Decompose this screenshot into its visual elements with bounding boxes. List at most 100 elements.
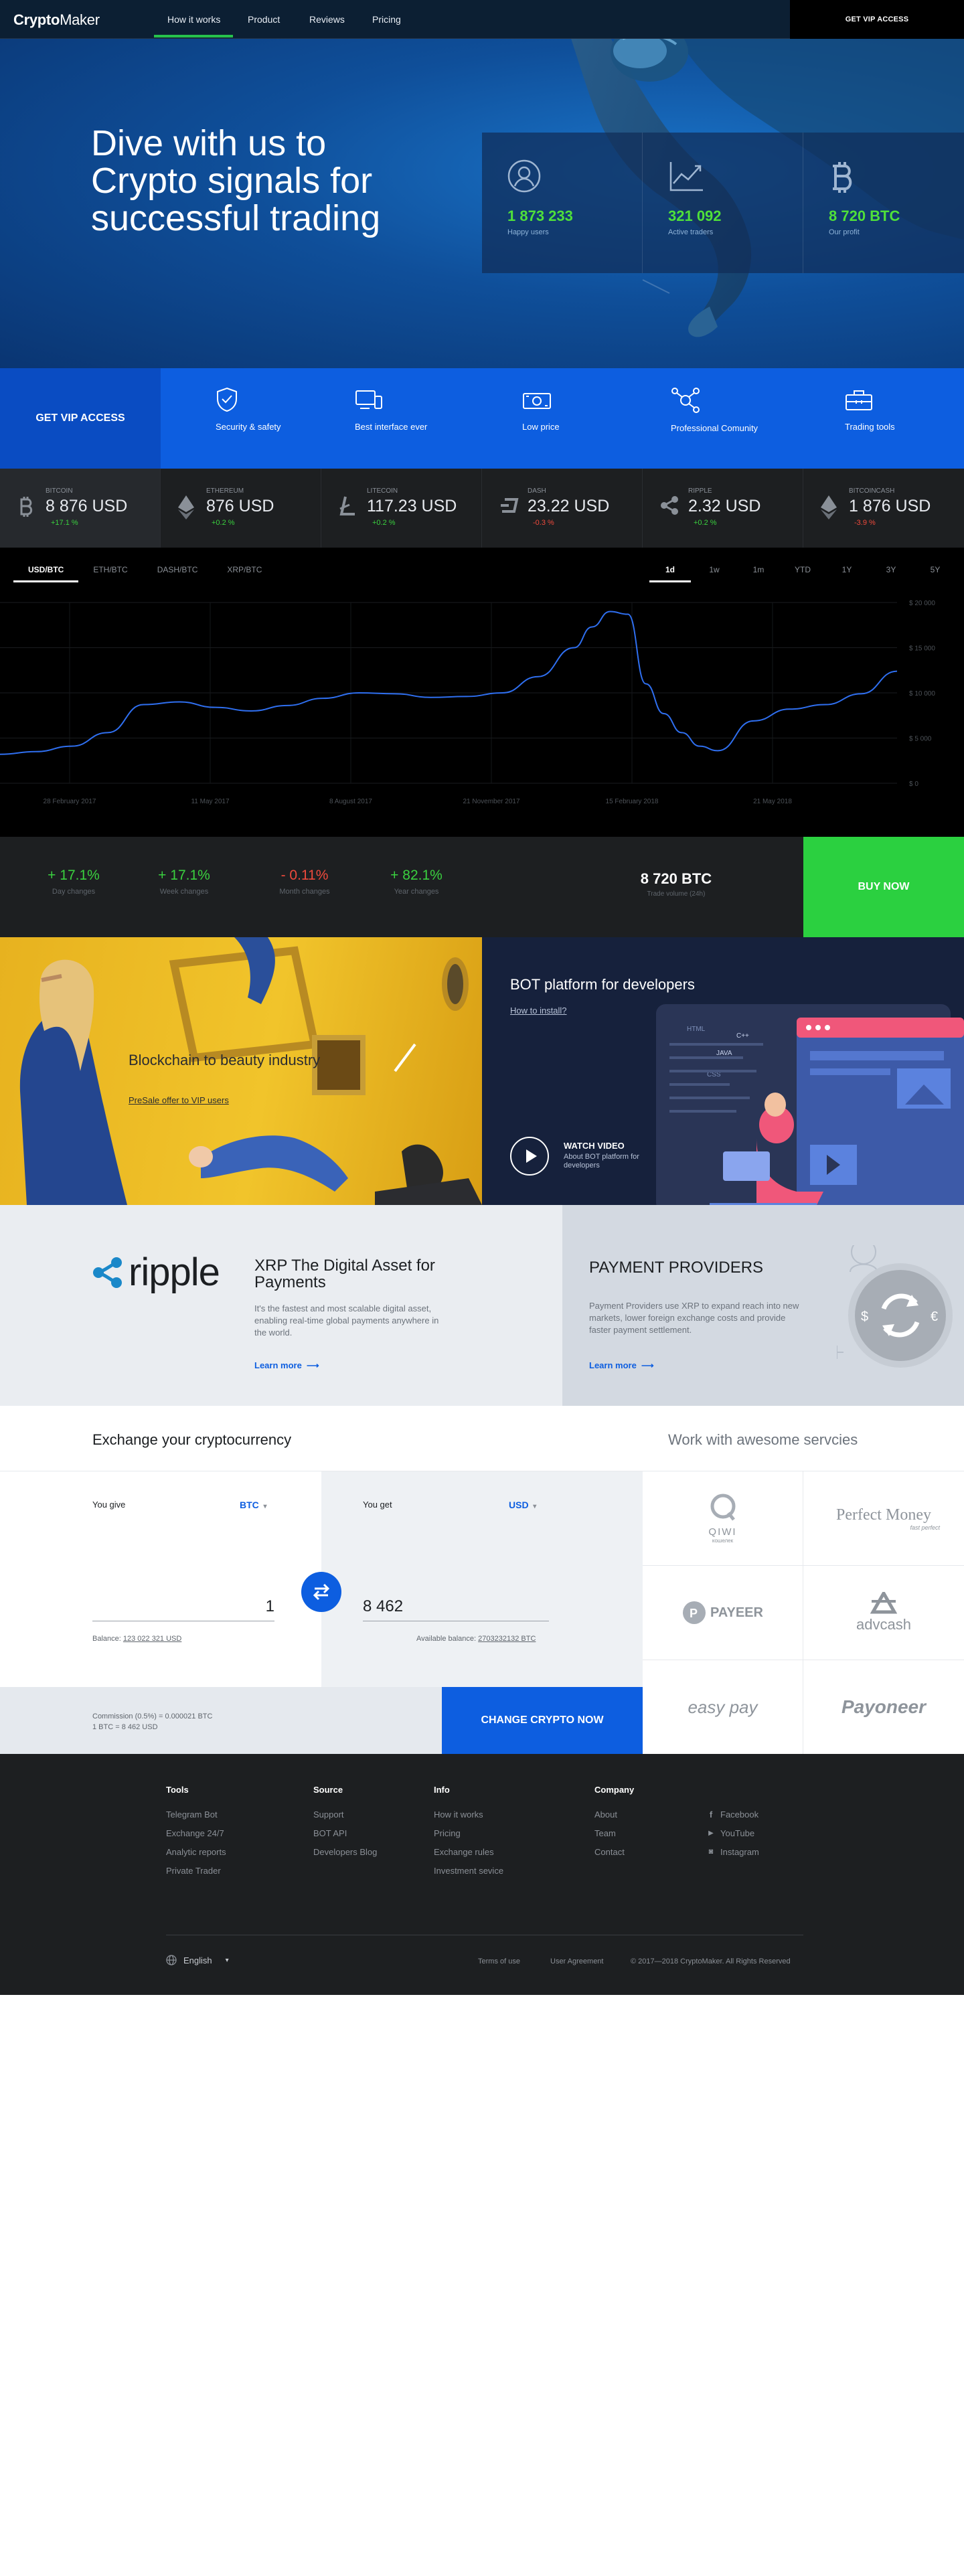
hero-section: Dive with us to Crypto signals for succe… <box>0 39 964 368</box>
give-panel: You give BTC ▾ 1 Balance: 123 022 321 US… <box>0 1471 321 1687</box>
footer-link[interactable]: About <box>594 1809 634 1820</box>
watch-video-subtitle: About BOT platform for developers <box>564 1153 639 1170</box>
give-currency-select[interactable]: BTC ▾ <box>240 1500 266 1510</box>
nav-link-pricing[interactable]: Pricing <box>372 14 401 25</box>
how-to-install-link[interactable]: How to install? <box>510 1005 567 1016</box>
footer-link[interactable]: Contact <box>594 1847 634 1857</box>
ticker-dash[interactable]: DASH 23.22 USD -0.3 % <box>482 469 643 548</box>
user-agreement-link[interactable]: User Agreement <box>550 1957 603 1965</box>
change-label: Month changes <box>279 888 330 896</box>
watch-video-title[interactable]: WATCH VIDEO <box>564 1141 625 1151</box>
footer-link[interactable]: Team <box>594 1828 634 1838</box>
give-amount-input[interactable]: 1 <box>92 1597 274 1621</box>
nav-link-product[interactable]: Product <box>248 14 280 25</box>
devices-icon <box>355 390 382 409</box>
ticker-name: DASH <box>528 487 546 495</box>
summary-day: + 17.1% Day changes <box>27 868 120 896</box>
get-amount-input[interactable]: 8 462 <box>363 1597 549 1621</box>
payment-providers-description: Payment Providers use XRP to expand reac… <box>589 1301 799 1335</box>
hero-title: Dive with us to Crypto signals for succe… <box>91 123 381 238</box>
ticker-change: +17.1 % <box>51 519 78 527</box>
tab-eth-btc[interactable]: ETH/BTC <box>78 560 142 582</box>
range-1w[interactable]: 1w <box>692 560 736 582</box>
get-currency-value: USD <box>509 1500 529 1510</box>
y-tick-label: $ 20 000 <box>909 600 935 607</box>
footer-column-title: Company <box>594 1785 635 1795</box>
partner-perfect-money[interactable]: Perfect Money fast perfect <box>803 1471 964 1566</box>
advcash-logo-icon <box>870 1592 897 1614</box>
social-youtube-link[interactable]: ▶ YouTube <box>707 1828 759 1838</box>
footer-link[interactable]: Private Trader <box>166 1866 226 1876</box>
ticker-bitcoin[interactable]: BITCOIN 8 876 USD +17.1 % <box>0 469 161 548</box>
qiwi-logo-icon <box>710 1494 735 1521</box>
partner-easypay[interactable]: easy pay <box>643 1660 803 1754</box>
footer-link[interactable]: Developers Blog <box>313 1847 377 1857</box>
bitcoin-icon <box>833 162 852 193</box>
code-tag-html: HTML <box>687 1026 706 1033</box>
range-1y[interactable]: 1Y <box>825 560 869 582</box>
social-instagram-link[interactable]: ◙ Instagram <box>707 1847 759 1857</box>
ticker-bitcoincash[interactable]: BITCOINCASH 1 876 USD -3.9 % <box>803 469 964 548</box>
nav-link-how-it-works[interactable]: How it works <box>167 14 220 25</box>
footer-link[interactable]: Support <box>313 1809 377 1820</box>
y-tick-label: $ 5 000 <box>909 736 932 743</box>
range-5y[interactable]: 5Y <box>913 560 957 582</box>
price-chart-section: USD/BTC ETH/BTC DASH/BTC XRP/BTC 1d 1w 1… <box>0 548 964 837</box>
play-video-button[interactable] <box>510 1137 549 1176</box>
available-value[interactable]: 2703232132 BTC <box>478 1635 536 1643</box>
play-icon <box>526 1149 537 1163</box>
footer-link[interactable]: Telegram Bot <box>166 1809 226 1820</box>
commission-panel: Commission (0.5%) = 0.000021 BTC 1 BTC =… <box>0 1687 442 1754</box>
footer-link[interactable]: Exchange rules <box>434 1847 503 1857</box>
partner-payoneer[interactable]: Payoneer <box>803 1660 964 1754</box>
swap-currencies-button[interactable] <box>301 1572 341 1612</box>
xrp-learn-more-link[interactable]: Learn more ⟶ <box>254 1360 319 1371</box>
partner-qiwi[interactable]: QIWI кошелек <box>643 1471 803 1566</box>
chevron-down-icon: ▾ <box>261 1503 267 1510</box>
range-1m[interactable]: 1m <box>736 560 781 582</box>
ticker-ethereum[interactable]: ETHEREUM 876 USD +0.2 % <box>161 469 321 548</box>
banknote-icon <box>523 393 551 409</box>
tab-xrp-btc[interactable]: XRP/BTC <box>212 560 276 582</box>
nav-link-reviews[interactable]: Reviews <box>309 14 345 25</box>
dash-coin-icon <box>501 498 519 513</box>
ticker-change: +0.2 % <box>212 519 235 527</box>
ticker-change: +0.2 % <box>694 519 717 527</box>
footer-link[interactable]: How it works <box>434 1809 503 1820</box>
nav-active-indicator <box>154 35 233 37</box>
ticker-ripple[interactable]: RIPPLE 2.32 USD +0.2 % <box>643 469 803 548</box>
svg-text:€: € <box>931 1309 938 1324</box>
ticker-litecoin[interactable]: LITECOIN 117.23 USD +0.2 % <box>321 469 482 548</box>
presale-offer-link[interactable]: PreSale offer to VIP users <box>129 1095 229 1105</box>
xrp-description: It's the fastest and most scalable digit… <box>254 1303 439 1338</box>
range-3y[interactable]: 3Y <box>869 560 913 582</box>
footer-link[interactable]: Investment sevice <box>434 1866 503 1876</box>
range-ytd[interactable]: YTD <box>781 560 825 582</box>
tab-usd-btc[interactable]: USD/BTC <box>13 560 79 582</box>
range-1d[interactable]: 1d <box>648 560 692 582</box>
get-currency-select[interactable]: USD ▾ <box>509 1500 536 1510</box>
stat-value: 321 092 <box>668 208 722 224</box>
footer-link[interactable]: Pricing <box>434 1828 503 1838</box>
footer-link[interactable]: BOT API <box>313 1828 377 1838</box>
balance-value[interactable]: 123 022 321 USD <box>123 1635 181 1643</box>
site-logo[interactable]: CryptoMaker <box>13 11 100 29</box>
price-line-chart[interactable]: $ 20 000 $ 15 000 $ 10 000 $ 5 000 $ 0 28 Feb… <box>0 588 964 837</box>
language-selector[interactable]: English ▾ <box>166 1955 229 1965</box>
learn-more-label: Learn more <box>589 1360 637 1370</box>
terms-of-use-link[interactable]: Terms of use <box>478 1957 520 1965</box>
buy-now-button[interactable]: BUY NOW <box>803 837 964 937</box>
get-vip-access-cta[interactable]: GET VIP ACCESS <box>0 368 161 469</box>
partner-advcash[interactable]: advcash <box>803 1566 964 1660</box>
get-vip-access-button[interactable]: GET VIP ACCESS <box>790 0 964 39</box>
partner-payeer[interactable]: P PAYEER <box>643 1566 803 1660</box>
beauty-promo-banner[interactable]: Blockchain to beauty industry PreSale of… <box>0 937 482 1205</box>
fashion-collage-illustration <box>19 937 482 1205</box>
footer-link[interactable]: Exchange 24/7 <box>166 1828 226 1838</box>
providers-learn-more-link[interactable]: Learn more ⟶ <box>589 1360 654 1371</box>
balance-label: Balance: <box>92 1635 121 1643</box>
tab-dash-btc[interactable]: DASH/BTC <box>143 560 213 582</box>
change-crypto-now-button[interactable]: CHANGE CRYPTO NOW <box>442 1687 643 1754</box>
footer-link[interactable]: Analytic reports <box>166 1847 226 1857</box>
social-facebook-link[interactable]: f Facebook <box>707 1809 759 1820</box>
